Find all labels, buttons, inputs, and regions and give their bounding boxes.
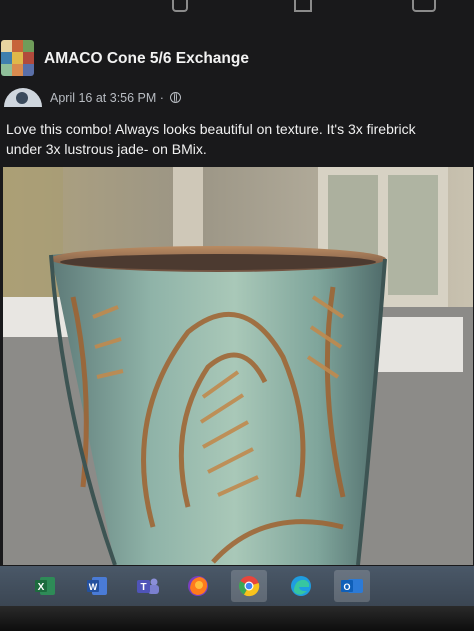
carved-ceramic-cup-image	[3, 167, 473, 565]
firefox-icon[interactable]	[180, 570, 216, 602]
outlook-icon[interactable]: O	[334, 570, 370, 602]
excel-glyph: X	[38, 582, 45, 593]
chrome-icon[interactable]	[231, 570, 267, 602]
windows-taskbar: X W T O	[0, 566, 474, 606]
group-avatar[interactable]	[1, 40, 34, 76]
author-avatar[interactable]	[4, 88, 42, 107]
post-photo[interactable]	[3, 167, 473, 565]
marketplace-icon[interactable]	[294, 0, 312, 12]
home-icon[interactable]	[172, 0, 188, 12]
facebook-post-window: AMACO Cone 5/6 Exchange April 16 at 3:56…	[0, 0, 474, 566]
post-body-text: Love this combo! Always looks beautiful …	[6, 121, 416, 157]
teams-icon[interactable]: T	[130, 570, 166, 602]
meta-separator: ·	[156, 91, 168, 105]
edge-icon[interactable]	[283, 570, 319, 602]
group-name-link[interactable]: AMACO Cone 5/6 Exchange	[44, 50, 249, 68]
outlook-glyph: O	[343, 582, 350, 592]
word-icon[interactable]: W	[79, 570, 115, 602]
teams-glyph: T	[140, 582, 146, 593]
post-timestamp[interactable]: April 16 at 3:56 PM	[50, 91, 156, 105]
top-nav-partial	[0, 0, 474, 18]
globe-icon	[170, 92, 182, 103]
word-glyph: W	[89, 582, 98, 592]
post-meta: April 16 at 3:56 PM ·	[50, 91, 182, 105]
monitor-bezel	[0, 606, 474, 631]
excel-icon[interactable]: X	[27, 570, 63, 602]
photo-of-monitor: AMACO Cone 5/6 Exchange April 16 at 3:56…	[0, 0, 474, 631]
notifications-icon[interactable]	[412, 0, 436, 12]
